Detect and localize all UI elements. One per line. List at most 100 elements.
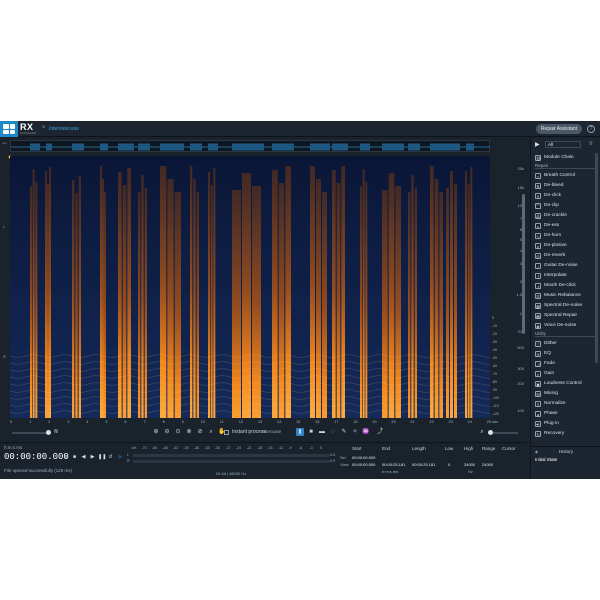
module-spectral-de-noise[interactable]: ▦ Spectral De-noise	[535, 301, 582, 310]
view-length-value[interactable]: 00:00:25.181	[412, 462, 435, 467]
zoom-all-icon[interactable]: ⊘	[196, 428, 204, 436]
module-chain-button[interactable]: ⛓ Module Chain	[535, 153, 574, 162]
module-mixing[interactable]: ⊞ Mixing	[535, 389, 558, 398]
module-label: De-reverb	[544, 253, 566, 258]
meter-bar	[133, 460, 329, 463]
repair-assistant-button[interactable]: Repair Assistant	[536, 124, 582, 134]
utility-section-header[interactable]: Utility	[535, 331, 597, 337]
time-ruler[interactable]: 0 1 2 3 4 5 6 7 8 9 10 11 12 13 14 15 16 17 18 19 20 21 22 23 24…	[10, 419, 491, 425]
module-label: De-ess	[544, 223, 560, 228]
brush-tool-icon[interactable]: ✎	[340, 428, 348, 436]
module-de-crackle[interactable]: ⁂ De-crackle	[535, 211, 567, 220]
stop-icon[interactable]: ■	[71, 454, 78, 461]
module-gain[interactable]: ± Gain	[535, 369, 554, 378]
zoom-in-icon[interactable]: ⊕	[152, 428, 160, 436]
bottom-bar: h:m:s.ms 00:00:00.000 ♫ ■ ◀ ▶ ❚❚ ↺ ⇲ Fil…	[0, 442, 528, 479]
loop-icon[interactable]: ↺	[107, 454, 114, 461]
overview-nav-icon[interactable]: ⇔	[1, 140, 8, 147]
time-tick: 17	[334, 419, 339, 424]
history-collapse-icon[interactable]: ▲	[534, 449, 539, 455]
module-play-icon[interactable]: ▶	[535, 141, 540, 148]
view-start-value[interactable]: 00:00:00.000	[352, 462, 375, 467]
module-spectral-repair[interactable]: ▩ Spectral Repair	[535, 311, 577, 320]
rewind-icon[interactable]: ◀	[80, 454, 87, 461]
menu-icon[interactable]: ≡	[589, 141, 593, 147]
module-music-rebalance[interactable]: ☰ Music Rebalance	[535, 291, 581, 300]
harmonic-selection-icon[interactable]: ♒	[362, 428, 370, 436]
instant-process-mode-select[interactable]: Attenuate	[262, 429, 281, 434]
freq-tick: 200	[517, 381, 524, 387]
module-fade[interactable]: ◿ Fade	[535, 359, 555, 368]
vertical-zoom-icon[interactable]: ⌕	[478, 428, 486, 436]
instant-process-checkbox[interactable]	[224, 430, 229, 435]
module-panel: ▶ All ≡ ▲ History Initial State ⛓ Module …	[530, 138, 600, 479]
magnify-icon[interactable]: ⌕	[207, 428, 215, 436]
module-de-plosive[interactable]: p De-plosive	[535, 241, 567, 250]
module-de-clip[interactable]: ⌒ De-clip	[535, 201, 559, 210]
play-icon[interactable]: ▶	[89, 454, 96, 461]
spectral-energy-band	[100, 166, 102, 418]
module-breath-control[interactable]: ≈ Breath Control	[535, 171, 575, 180]
module-plug-in[interactable]: ⎆ Plug-in	[535, 419, 559, 428]
time-format-select[interactable]: h:m:s.ms	[4, 445, 22, 450]
waveform-overview[interactable]	[10, 140, 490, 152]
module-de-reverb[interactable]: ◎ De-reverb	[535, 251, 565, 260]
spectral-energy-band	[439, 192, 443, 418]
view-low-value[interactable]: 0	[448, 462, 450, 467]
module-normalize[interactable]: ⇕ Normalize	[535, 399, 566, 408]
zoom-fit-icon[interactable]: ⊗	[185, 428, 193, 436]
module-phase[interactable]: φ Phase	[535, 409, 558, 418]
module-interpolate[interactable]: ∫ Interpolate	[535, 271, 567, 280]
lasso-tool-icon[interactable]: ◌	[329, 428, 337, 436]
help-icon[interactable]: ?	[587, 125, 595, 133]
dither-icon: ░	[535, 340, 541, 347]
meter-scale-label: -42	[173, 446, 179, 450]
time-frequency-selection-tool-icon[interactable]: ▬	[318, 428, 326, 436]
vertical-zoom-scrollbar[interactable]	[522, 194, 525, 334]
module-guitar-de-noise[interactable]: ♪ Guitar De-noise	[535, 261, 578, 270]
spectral-energy-band	[465, 171, 467, 418]
module-mouth-de-click[interactable]: ◑ Mouth De-click	[535, 281, 576, 290]
db-tick: -110	[492, 404, 499, 408]
spectrogram-view[interactable]	[10, 156, 490, 418]
time-selection-tool-icon[interactable]: ▮	[296, 428, 304, 436]
length-header: Length	[412, 446, 426, 451]
module-de-click[interactable]: ✕ De-click	[535, 191, 561, 200]
history-item[interactable]: Initial State	[535, 457, 557, 462]
module-de-hum[interactable]: ∿ De-hum	[535, 231, 561, 240]
follow-icon[interactable]: ⇲	[116, 454, 123, 461]
sel-start-value[interactable]: 00:00:00.000	[352, 455, 375, 460]
db-tick: -40	[492, 348, 498, 352]
module-de-ess[interactable]: s De-ess	[535, 221, 559, 230]
zoom-selection-icon[interactable]: ⊙	[174, 428, 182, 436]
module-voice-de-noise[interactable]: ◉ Voice De-noise	[535, 321, 576, 330]
magic-wand-icon[interactable]: ✧	[351, 428, 359, 436]
view-high-value[interactable]: 24000	[464, 462, 475, 467]
module-loudness-control[interactable]: ▣ Loudness Control	[535, 379, 582, 388]
close-tab-icon[interactable]: ×	[42, 125, 46, 131]
find-similar-icon[interactable]: ⤴	[376, 428, 384, 436]
module-dither[interactable]: ░ Dither	[535, 339, 557, 348]
meter-scale-label: -39	[183, 446, 189, 450]
module-filter-select[interactable]: All	[545, 141, 581, 148]
repair-section-header[interactable]: Repair	[535, 163, 597, 169]
headphones-icon[interactable]: ♫	[62, 454, 69, 461]
spectral-energy-band	[190, 166, 193, 418]
frequency-selection-tool-icon[interactable]: ■	[307, 428, 315, 436]
module-de-bleed[interactable]: ⇅ De-bleed	[535, 181, 563, 190]
horizontal-zoom-slider[interactable]	[12, 430, 51, 435]
vertical-zoom-slider[interactable]	[488, 430, 518, 435]
pause-icon[interactable]: ❚❚	[98, 454, 106, 461]
zoom-out-icon[interactable]: ⊖	[163, 428, 171, 436]
time-tick: 23	[448, 419, 453, 424]
module-label: De-plosive	[544, 243, 567, 248]
file-tab[interactable]: Interview.wav	[49, 126, 79, 132]
spectral-energy-band	[316, 179, 321, 418]
module-eq[interactable]: ≋ EQ	[535, 349, 551, 358]
meter-scale-label: -70	[141, 446, 147, 450]
view-end-value[interactable]: 00:00:25.181	[382, 462, 405, 467]
spectral-energy-band	[285, 166, 291, 418]
spectrogram-waveform-toggle-icon[interactable]: ≋	[52, 428, 60, 436]
selection-time-format[interactable]: h:m:s.ms	[382, 469, 398, 474]
module-recovery[interactable]: ↻ Recovery	[535, 429, 564, 438]
